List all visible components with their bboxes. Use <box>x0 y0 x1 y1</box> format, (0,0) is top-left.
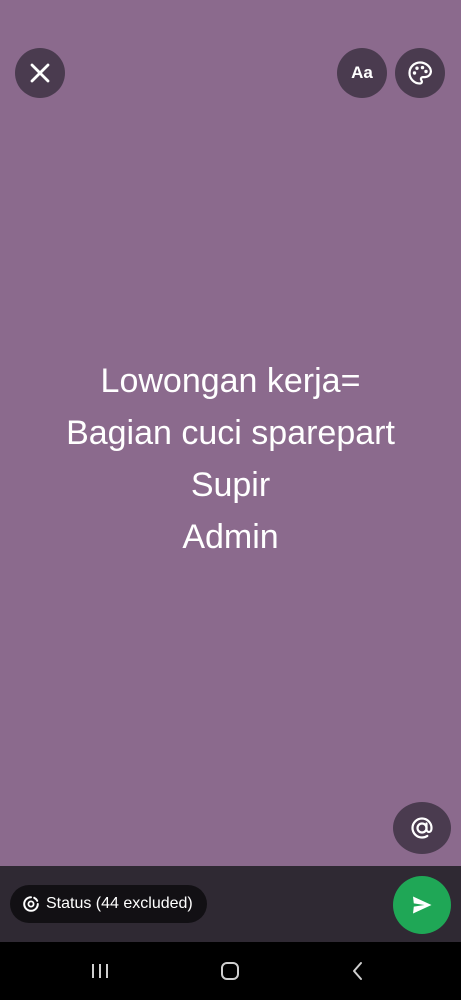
status-audience-label: Status (44 excluded) <box>46 895 193 912</box>
status-text-line: Admin <box>182 518 279 556</box>
home-button[interactable] <box>190 942 270 1000</box>
status-text-line: Supir <box>190 466 271 504</box>
palette-icon <box>408 61 433 85</box>
status-text-line: Bagian cuci sparepart <box>66 414 395 452</box>
background-color-button[interactable] <box>395 48 445 98</box>
home-icon <box>221 962 239 980</box>
send-button[interactable] <box>393 876 451 934</box>
close-icon <box>30 63 50 83</box>
recent-apps-icon <box>92 964 108 978</box>
font-style-button[interactable]: Aa <box>337 48 387 98</box>
status-canvas[interactable]: Aa Lowongan kerja= Bagian cuci sparepart… <box>0 0 461 866</box>
system-navigation-bar <box>0 942 461 1000</box>
status-text[interactable]: Lowongan kerja= Bagian cuci sparepart Su… <box>0 355 461 563</box>
font-style-label: Aa <box>351 63 373 82</box>
send-icon <box>413 896 432 914</box>
recent-apps-button[interactable] <box>60 942 140 1000</box>
bottom-bar: Status (44 excluded) <box>0 866 461 942</box>
at-sign-icon <box>411 817 433 839</box>
status-ring-icon <box>22 895 40 913</box>
back-button[interactable] <box>318 942 398 1000</box>
mention-button[interactable] <box>393 802 451 854</box>
back-icon <box>353 962 362 980</box>
status-text-line: Lowongan kerja= <box>100 362 361 400</box>
close-button[interactable] <box>15 48 65 98</box>
status-audience-button[interactable]: Status (44 excluded) <box>10 885 207 923</box>
